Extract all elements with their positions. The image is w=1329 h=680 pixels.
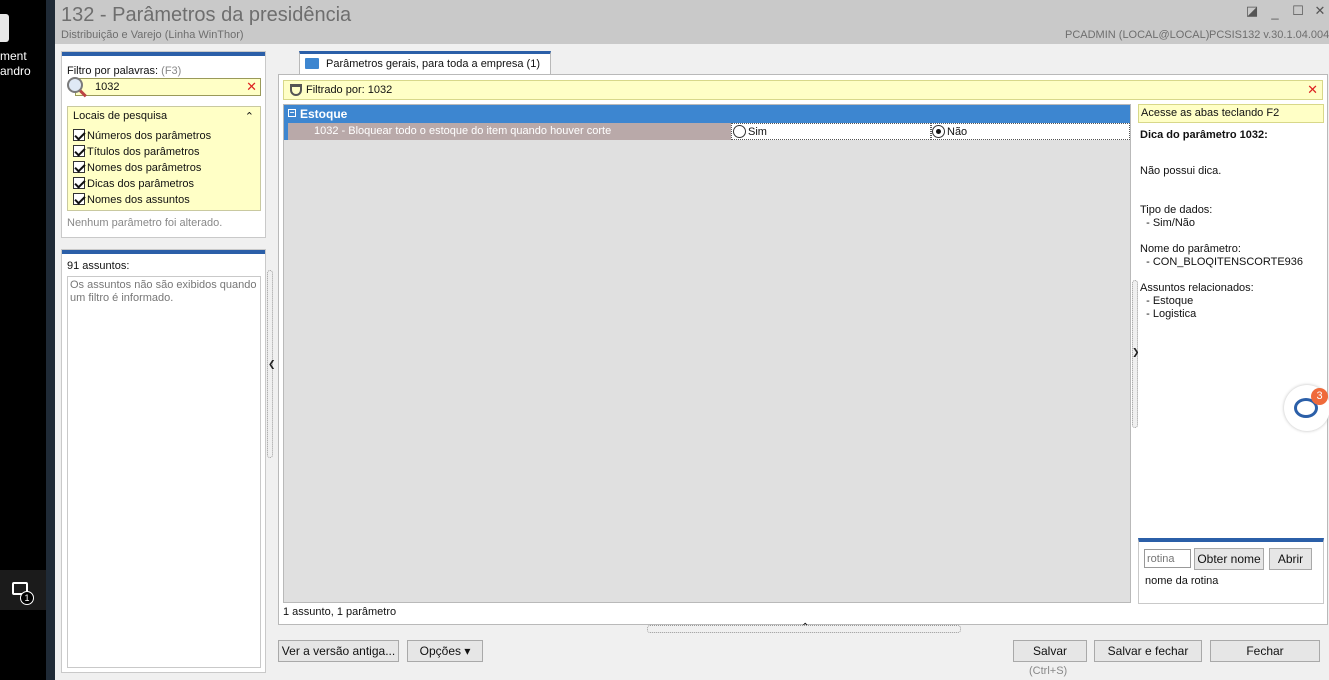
option-label: Nomes dos assuntos [87,194,190,206]
app-window: 132 - Parâmetros da presidência Distribu… [55,0,1329,680]
user-label: PCADMIN (LOCAL@LOCAL) [1065,29,1210,41]
desktop-label: ment andro [0,49,31,78]
tipo-label: Tipo de dados: [1140,204,1213,216]
tab-hint: Acesse as abas teclando F2 [1141,107,1280,119]
old-version-button[interactable]: Ver a versão antiga... [278,640,399,662]
parameter-name-cell: 1032 - Bloquear todo o estoque do item q… [284,123,731,140]
folder-icon [305,58,319,69]
bottom-splitter[interactable]: ⌃ [647,622,961,633]
panel-topbar [62,250,265,254]
taskbar-edge [46,0,55,680]
grid-status: 1 assunto, 1 parâmetro [283,606,397,618]
filter-hint: (F3) [161,65,182,77]
nome-label: Nome do parâmetro: [1140,243,1241,255]
assuntos-relacionados-label: Assuntos relacionados: [1140,282,1254,294]
close-button[interactable]: Fechar [1210,640,1320,662]
tab-parametros-gerais[interactable]: Parâmetros gerais, para toda a empresa (… [299,51,551,75]
checkbox[interactable] [73,193,85,205]
checkbox[interactable] [73,129,85,141]
chat-badge: 3 [1311,388,1328,405]
funnel-icon [290,84,302,96]
filter-bar: Filtrado por: 1032 ✕ [283,80,1323,100]
group-name: Estoque [300,107,348,121]
assuntos-count: 91 assuntos: [67,260,130,272]
filter-bar-text: Filtrado por: 1032 [306,84,393,96]
search-input[interactable]: 1032 ✕ [75,78,261,96]
checkbox[interactable] [73,161,85,173]
group-row-estoque[interactable]: − Estoque [284,105,1130,123]
close-icon[interactable]: ✕ [1313,4,1327,18]
chevron-left-icon[interactable]: ❮ [268,359,276,370]
option-titulos[interactable]: Títulos dos parâmetros [73,145,200,159]
options-button[interactable]: Opções ▾ [407,640,483,662]
notification-button[interactable]: 1 [0,570,46,610]
option-dicas[interactable]: Dicas dos parâmetros [73,177,194,191]
option-assuntos[interactable]: Nomes dos assuntos [73,193,190,207]
save-shortcut-hint: (Ctrl+S) [1029,665,1068,677]
assuntos-message: Os assuntos não são exibidos quando um f… [70,279,257,304]
rotina-name-label: nome da rotina [1145,575,1219,587]
locations-title: Locais de pesquisa [73,110,168,122]
search-locations: Locais de pesquisa ⌃ Números dos parâmet… [67,106,261,211]
assuntos-panel: 91 assuntos: Os assuntos não são exibido… [61,249,266,673]
document-icon[interactable] [0,14,9,42]
window-title: 132 - Parâmetros da presidência [61,4,352,26]
option-nomes[interactable]: Nomes dos parâmetros [73,161,201,175]
radio-sim[interactable] [733,125,746,138]
chat-button[interactable]: 3 [1284,385,1329,431]
tab-hint-bar: Acesse as abas teclando F2 [1138,104,1324,123]
window-subtitle: Distribuição e Varejo (Linha WinThor) [61,29,244,41]
restore-icon[interactable]: ◪ [1245,4,1259,18]
collapse-group-icon[interactable]: − [288,109,296,117]
assuntos-relacionados-values: - Estoque - Logistica [1146,295,1197,320]
checkbox[interactable] [73,177,85,189]
option-label: Títulos dos parâmetros [87,146,200,158]
maximize-icon[interactable]: ☐ [1291,4,1305,18]
filter-panel: Filtro por palavras: (F3) 1032 ✕ Locais … [61,51,266,238]
option-label: Números dos parâmetros [87,130,212,142]
radio-nao-label: Não [947,126,968,138]
title-bar: 132 - Parâmetros da presidência Distribu… [55,0,1329,44]
abrir-button[interactable]: Abrir [1269,548,1312,570]
minimize-icon[interactable]: _ [1268,6,1282,20]
option-numeros[interactable]: Números dos parâmetros [73,129,211,143]
radio-sim-label: Sim [748,126,767,138]
save-close-button[interactable]: Salvar e fechar [1094,640,1202,662]
tipo-value: - Sim/Não [1140,217,1196,229]
parameter-row[interactable]: 1032 - Bloquear todo o estoque do item q… [284,123,1130,140]
filter-label: Filtro por palavras: (F3) [67,65,181,77]
collapse-icon[interactable]: ⌃ [245,110,254,123]
assuntos-list[interactable]: Os assuntos não são exibidos quando um f… [67,276,261,668]
radio-nao[interactable] [932,125,945,138]
dica-title: Dica do parâmetro 1032: [1140,129,1268,141]
filter-label-text: Filtro por palavras: [67,65,159,77]
notification-badge: 1 [20,591,34,605]
version-label: PCSIS132 v.30.1.04.004 [1209,29,1329,41]
rotina-input[interactable] [1144,549,1191,568]
obter-nome-button[interactable]: Obter nome [1194,548,1264,570]
chevron-up-icon[interactable]: ⌃ [801,622,809,633]
tab-label: Parâmetros gerais, para toda a empresa (… [326,58,540,70]
checkbox[interactable] [73,145,85,157]
clear-filter-icon[interactable]: ✕ [1307,82,1318,98]
dica-text: Não possui dica. [1140,165,1222,177]
desktop-strip: ment andro 1 [0,0,55,680]
parameters-grid: − Estoque 1032 - Bloquear todo o estoque… [283,104,1131,603]
option-nao-cell[interactable]: Não [931,123,1130,140]
nome-value: - CON_BLOQITENSCORTE936 [1140,256,1304,268]
option-label: Dicas dos parâmetros [87,178,194,190]
parameter-label: 1032 - Bloquear todo o estoque do item q… [314,125,612,137]
panel-topbar [62,52,265,56]
option-label: Nomes dos parâmetros [87,162,202,174]
clear-search-icon[interactable]: ✕ [246,79,257,95]
rotina-panel: Obter nome Abrir nome da rotina [1138,538,1324,604]
option-sim-cell[interactable]: Sim [731,123,931,140]
search-value: 1032 [95,81,120,93]
save-button[interactable]: Salvar [1013,640,1087,662]
no-change-status: Nenhum parâmetro foi alterado. [67,217,223,229]
